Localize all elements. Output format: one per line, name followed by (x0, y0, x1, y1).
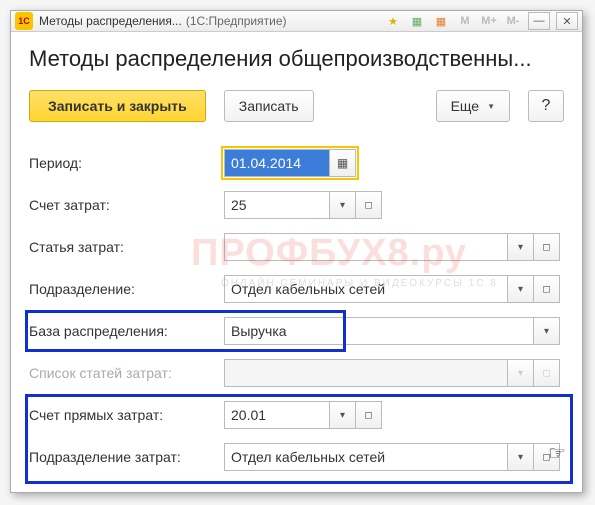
cost-account-open-button[interactable]: ◻ (356, 191, 382, 219)
calculator-icon[interactable]: ▦ (408, 12, 426, 30)
toolbar: Записать и закрыть Записать Еще ? (29, 90, 564, 122)
app-icon: 1С (15, 12, 33, 30)
cost-item-open-button[interactable]: ◻ (534, 233, 560, 261)
app-window: 1С Методы распределения... (1С:Предприят… (10, 10, 583, 493)
page-title: Методы распределения общепроизводственны… (29, 46, 564, 72)
input-cost-account[interactable]: 25 (224, 191, 330, 219)
label-department: Подразделение: (29, 281, 224, 297)
label-direct-cost-account: Счет прямых затрат: (29, 407, 224, 423)
save-button[interactable]: Записать (224, 90, 314, 122)
m-button[interactable]: M (456, 12, 474, 30)
distribution-base-dropdown-button[interactable]: ▾ (534, 317, 560, 345)
save-and-close-button[interactable]: Записать и закрыть (29, 90, 206, 122)
window-subtitle: (1С:Предприятие) (186, 14, 287, 28)
input-department[interactable]: Отдел кабельных сетей (224, 275, 508, 303)
label-cost-account: Счет затрат: (29, 197, 224, 213)
input-direct-cost-account[interactable]: 20.01 (224, 401, 330, 429)
window-title: Методы распределения... (39, 14, 182, 28)
cost-item-dropdown-button[interactable]: ▾ (508, 233, 534, 261)
department-open-button[interactable]: ◻ (534, 275, 560, 303)
m-plus-button[interactable]: M+ (480, 12, 498, 30)
label-cost-item: Статья затрат: (29, 239, 224, 255)
input-period[interactable]: 01.04.2014 (224, 149, 330, 177)
department-dropdown-button[interactable]: ▾ (508, 275, 534, 303)
row-period: Период: 01.04.2014 ▦ (29, 142, 564, 184)
row-department: Подразделение: Отдел кабельных сетей ▾ ◻ (29, 268, 564, 310)
titlebar: 1С Методы распределения... (1С:Предприят… (11, 11, 582, 32)
input-distribution-base[interactable]: Выручка (224, 317, 534, 345)
cost-items-list-open-button: ◻ (534, 359, 560, 387)
cost-department-dropdown-button[interactable]: ▾ (508, 443, 534, 471)
row-direct-cost-account: Счет прямых затрат: 20.01 ▾ ◻ (29, 394, 564, 436)
titlebar-tools: ★ ▦ ▦ M M+ M- — ✕ (384, 12, 578, 30)
help-button[interactable]: ? (528, 90, 564, 122)
content-area: Методы распределения общепроизводственны… (11, 32, 582, 492)
row-cost-item: Статья затрат: ▾ ◻ (29, 226, 564, 268)
m-minus-button[interactable]: M- (504, 12, 522, 30)
minimize-button[interactable]: — (528, 12, 550, 30)
row-cost-items-list: Список статей затрат: ▾ ◻ (29, 352, 564, 394)
direct-cost-account-open-button[interactable]: ◻ (356, 401, 382, 429)
input-cost-item[interactable] (224, 233, 508, 261)
more-button[interactable]: Еще (436, 90, 510, 122)
row-cost-department: Подразделение затрат: Отдел кабельных се… (29, 436, 564, 478)
period-calendar-button[interactable]: ▦ (330, 149, 356, 177)
row-cost-account: Счет затрат: 25 ▾ ◻ (29, 184, 564, 226)
calendar-icon[interactable]: ▦ (432, 12, 450, 30)
cost-account-dropdown-button[interactable]: ▾ (330, 191, 356, 219)
label-period: Период: (29, 155, 224, 171)
input-cost-department[interactable]: Отдел кабельных сетей (224, 443, 508, 471)
row-distribution-base: База распределения: Выручка ▾ (29, 310, 564, 352)
close-button[interactable]: ✕ (556, 12, 578, 30)
cost-department-open-button[interactable]: ◻ (534, 443, 560, 471)
input-cost-items-list (224, 359, 508, 387)
label-cost-items-list: Список статей затрат: (29, 365, 224, 381)
label-cost-department: Подразделение затрат: (29, 449, 224, 465)
label-distribution-base: База распределения: (29, 323, 224, 339)
cost-items-list-dropdown-button: ▾ (508, 359, 534, 387)
direct-cost-account-dropdown-button[interactable]: ▾ (330, 401, 356, 429)
favorite-icon[interactable]: ★ (384, 12, 402, 30)
